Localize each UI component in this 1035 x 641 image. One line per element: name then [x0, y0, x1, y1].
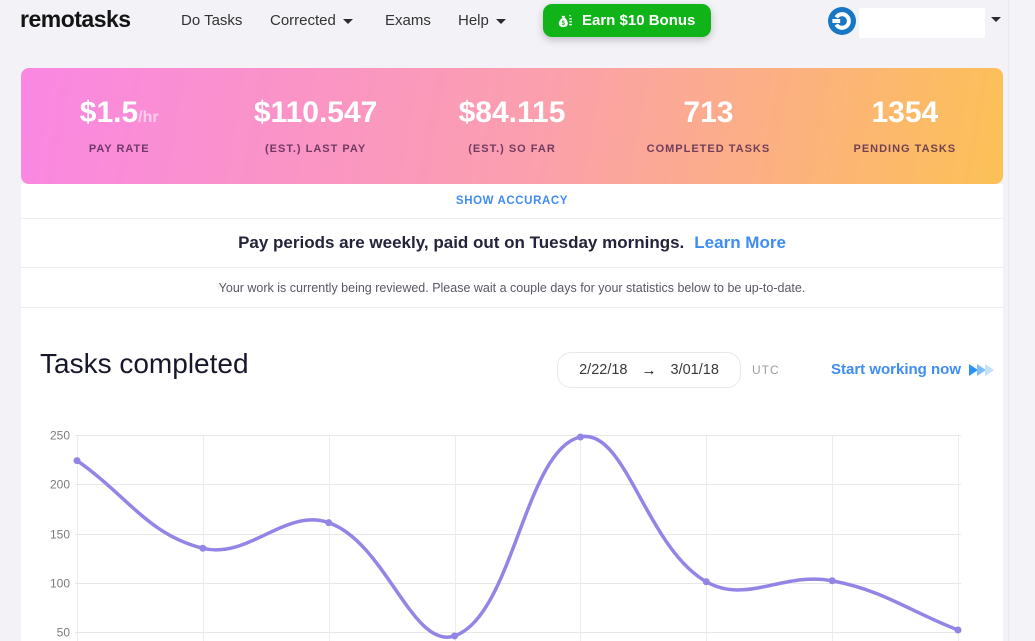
svg-text:150: 150 — [50, 528, 70, 542]
stat-value: $84.115 — [458, 95, 566, 129]
caret-down-icon — [342, 19, 353, 24]
scrollbar-track[interactable] — [1008, 0, 1035, 641]
stats-banner: $1.5/hr PAY RATE $110.547 (EST.) LAST PA… — [21, 68, 1003, 184]
svg-text:100: 100 — [50, 577, 70, 591]
show-accuracy-link[interactable]: SHOW ACCURACY — [456, 195, 568, 207]
stat-value: 1354 — [871, 95, 939, 129]
stat-value: $110.547 — [253, 95, 378, 129]
stat-completed-tasks: 713 COMPLETED TASKS — [610, 95, 806, 155]
stat-value: 713 — [683, 95, 734, 129]
stat-label: PENDING TASKS — [853, 142, 957, 155]
power-logo-icon — [828, 7, 856, 39]
stat-label: COMPLETED TASKS — [646, 142, 771, 155]
pay-note-text: Pay periods are weekly, paid out on Tues… — [238, 233, 685, 252]
review-note-text: Your work is currently being reviewed. P… — [218, 280, 806, 295]
nav-item-exams[interactable]: Exams — [385, 12, 431, 29]
stat-pay-rate: $1.5/hr PAY RATE — [21, 95, 217, 155]
user-avatar[interactable] — [828, 7, 856, 35]
stat-last-pay: $110.547 (EST.) LAST PAY — [217, 95, 413, 155]
stat-label: PAY RATE — [88, 142, 150, 155]
learn-more-link[interactable]: Learn More — [694, 233, 786, 253]
caret-down-icon — [495, 19, 506, 24]
accuracy-row: SHOW ACCURACY — [21, 184, 1003, 219]
remotasks-logo[interactable]: remotasks — [20, 6, 131, 33]
nav-item-label: Corrected — [270, 12, 336, 29]
top-nav: remotasks Do Tasks Corrected Exams Help … — [0, 0, 1035, 68]
stat-value: $1.5 — [79, 95, 139, 129]
account-caret-down-icon[interactable] — [991, 17, 1001, 22]
nav-item-do-tasks[interactable]: Do Tasks — [181, 12, 242, 29]
pay-note-row: Pay periods are weekly, paid out on Tues… — [21, 219, 1003, 268]
tasks-completed-chart[interactable]: 250 200 150 100 50 — [21, 308, 1003, 641]
nav-item-label: Help — [458, 12, 489, 29]
money-bag-icon: $ — [555, 11, 574, 30]
earn-bonus-button[interactable]: $ Earn $10 Bonus — [543, 4, 712, 37]
review-note-row: Your work is currently being reviewed. P… — [21, 268, 1003, 308]
stat-label: (EST.) LAST PAY — [265, 142, 367, 155]
stat-pending-tasks: 1354 PENDING TASKS — [807, 95, 1003, 155]
nav-item-corrected[interactable]: Corrected — [270, 12, 353, 29]
svg-text:50: 50 — [57, 626, 71, 640]
svg-text:250: 250 — [50, 429, 70, 443]
svg-text:200: 200 — [50, 478, 70, 492]
stat-so-far: $84.115 (EST.) SO FAR — [414, 95, 610, 155]
account-name-field[interactable] — [859, 8, 985, 38]
stat-label: (EST.) SO FAR — [468, 142, 556, 155]
nav-item-label: Do Tasks — [181, 12, 243, 29]
stat-suffix: /hr — [138, 108, 159, 126]
main-content: SHOW ACCURACY Pay periods are weekly, pa… — [21, 184, 1003, 641]
earn-bonus-label: Earn $10 Bonus — [582, 12, 696, 29]
nav-item-help[interactable]: Help — [458, 12, 506, 29]
nav-item-label: Exams — [385, 12, 431, 29]
tasks-completed-section: Tasks completed 2/22/18 → 3/01/18 UTC St… — [21, 308, 1003, 641]
